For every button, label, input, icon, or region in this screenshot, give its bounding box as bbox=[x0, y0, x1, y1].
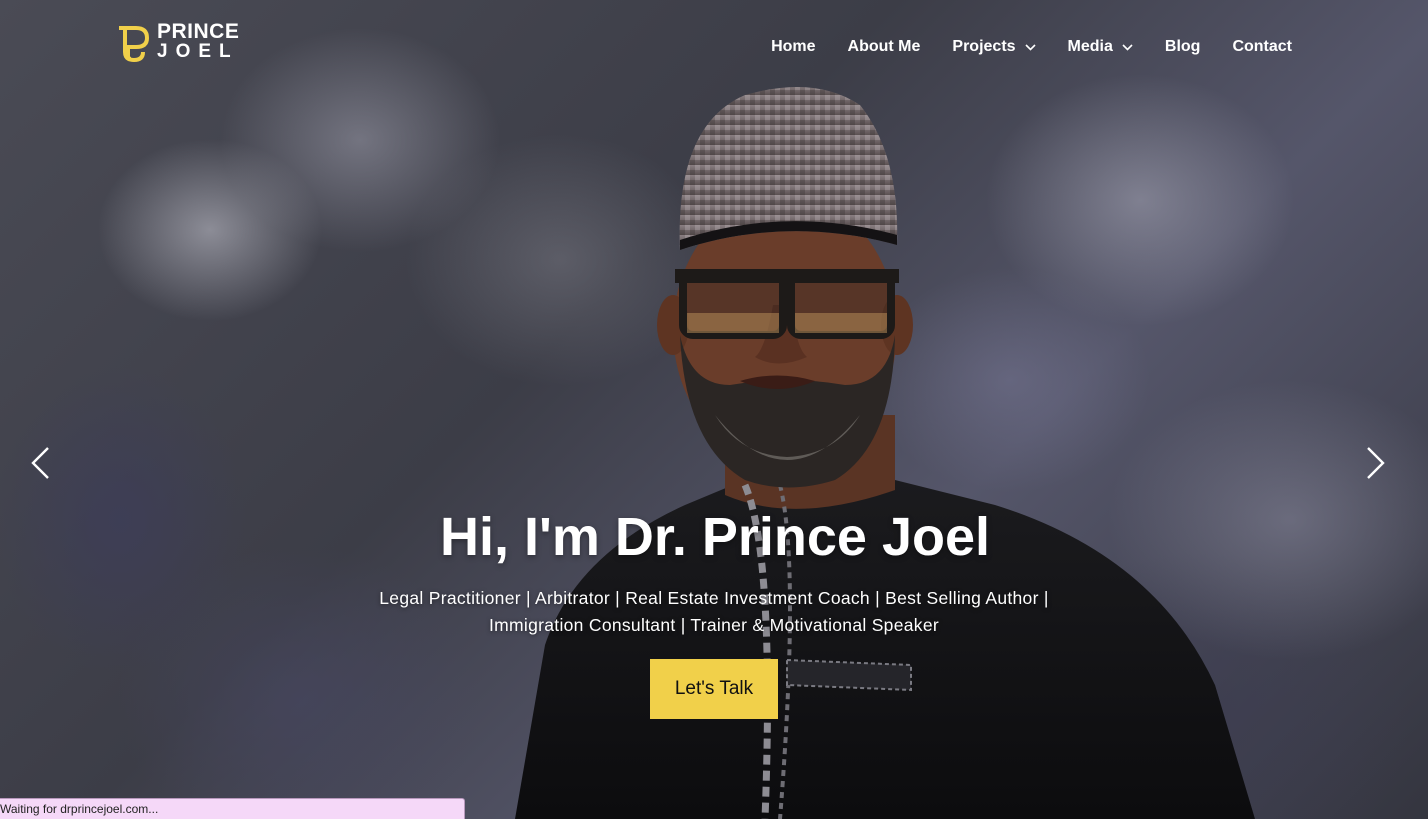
nav-item-contact[interactable]: Contact bbox=[1232, 38, 1292, 56]
lets-talk-button[interactable]: Let's Talk bbox=[649, 659, 779, 719]
browser-status-bar: Waiting for drprincejoel.com... bbox=[0, 798, 465, 819]
nav-item-label: Media bbox=[1067, 38, 1113, 55]
logo-text-prince: PRINCE bbox=[157, 20, 240, 43]
nav-item-label: Contact bbox=[1232, 38, 1292, 55]
hero-headline: Hi, I'm Dr. Prince Joel bbox=[439, 507, 991, 567]
main-nav: Home About Me Projects Media Blog Contac… bbox=[771, 38, 1292, 56]
nav-item-label: Blog bbox=[1164, 38, 1201, 55]
nav-item-projects[interactable]: Projects bbox=[952, 38, 1036, 56]
nav-item-about-me[interactable]: About Me bbox=[848, 38, 921, 56]
nav-item-label: Projects bbox=[952, 38, 1016, 55]
chevron-down-icon bbox=[1024, 43, 1036, 51]
logo-text-joel: JOEL bbox=[157, 41, 239, 62]
nav-item-label: Home bbox=[771, 38, 816, 55]
slider-prev-button[interactable] bbox=[28, 445, 52, 481]
nav-item-media[interactable]: Media bbox=[1068, 38, 1133, 56]
site-header: PRINCE JOEL Home About Me Projects Media… bbox=[0, 0, 1428, 100]
hero-slider: PRINCE JOEL Home About Me Projects Media… bbox=[0, 0, 1428, 819]
nav-item-blog[interactable]: Blog bbox=[1165, 38, 1201, 56]
hero-content: Hi, I'm Dr. Prince Joel Legal Practition… bbox=[0, 505, 1428, 719]
chevron-left-icon bbox=[31, 447, 49, 479]
chevron-right-icon bbox=[1367, 447, 1385, 479]
nav-item-label: About Me bbox=[847, 38, 921, 55]
chevron-down-icon bbox=[1122, 43, 1133, 51]
logo-mark-icon bbox=[119, 26, 150, 62]
site-logo[interactable]: PRINCE JOEL bbox=[116, 20, 246, 62]
slider-next-button[interactable] bbox=[1364, 445, 1388, 481]
nav-item-home[interactable]: Home bbox=[771, 38, 815, 56]
hero-subline: Legal Practitioner | Arbitrator | Real E… bbox=[379, 588, 1049, 635]
